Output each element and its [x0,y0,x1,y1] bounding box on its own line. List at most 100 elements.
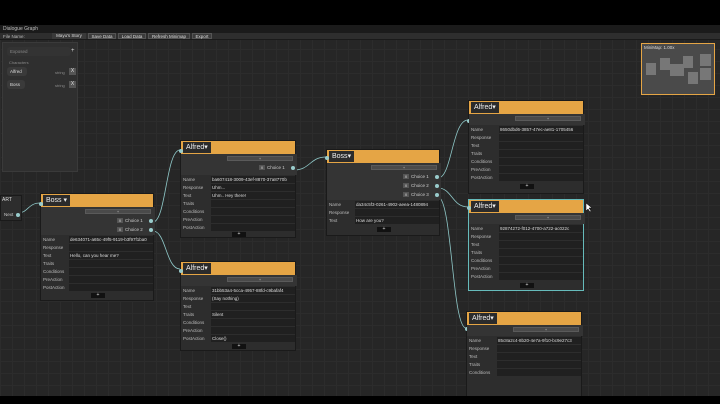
name-field[interactable]: Name 85c8a2c4-8b20-4e7a-9f10-bc9e27c3 [467,337,583,344]
field-value[interactable] [69,284,153,291]
choice-row[interactable]: X Choice 3 [403,192,429,198]
speaker-dropdown[interactable]: Boss▾ [329,151,355,162]
conditions-field[interactable]: Conditions [41,268,155,275]
add-field-button[interactable]: + [520,283,534,288]
text-field[interactable]: Text Hello, can you hear me? [41,252,155,259]
response-field[interactable]: Response (Say nothing) [181,295,297,302]
conditions-field[interactable]: Conditions [181,319,297,326]
choice-row[interactable]: X Choice 2 [117,227,143,233]
text-field[interactable]: Text [181,303,297,310]
field-value[interactable]: Hello, can you hear me? [69,252,153,259]
remove-choice-button[interactable]: X [403,192,409,198]
field-value[interactable] [211,208,295,215]
field-value[interactable]: da34c5f3-0261-4902-aeea-1480894 [355,201,439,208]
node-header[interactable]: Alfred▾ [469,101,583,114]
field-value[interactable]: 85c8a2c4-8b20-4e7a-9f10-bc9e27c3 [497,337,581,344]
add-field-button[interactable]: + [377,227,391,232]
traits-field[interactable]: Traits [181,200,297,207]
preaction-field[interactable]: PreAction [469,265,585,272]
conditions-field[interactable]: Conditions [467,369,583,376]
add-choice-button[interactable]: + [85,209,151,214]
name-field[interactable]: Name ba607418-3009-43ef-8870-37a8770b [181,176,297,183]
field-value[interactable]: ba607418-3009-43ef-8870-37a8770b [211,176,295,183]
field-value[interactable]: 31bb53a4-5cca-4957-88fd-c9bafaf4 [211,287,295,294]
field-value[interactable] [497,361,581,368]
conditions-field[interactable]: Conditions [181,208,297,215]
field-value[interactable]: 92874272-f012-4700-a722-ac022c [499,225,583,232]
conditions-field[interactable]: Conditions [469,257,585,264]
remove-choice-button[interactable]: X [259,165,265,171]
input-port[interactable] [39,202,43,206]
speaker-dropdown[interactable]: Boss ▾ [43,195,71,206]
field-value[interactable] [499,241,583,248]
response-field[interactable]: Response [467,345,583,352]
remove-choice-button[interactable]: X [117,218,123,224]
field-value[interactable] [497,369,581,376]
field-value[interactable] [499,134,583,141]
input-port[interactable] [179,269,183,273]
choice-row[interactable]: X Choice 1 [259,165,285,171]
name-field[interactable]: Name 92874272-f012-4700-a722-ac022c [469,225,585,232]
postaction-field[interactable]: PostAction Close() [181,335,297,342]
add-field-button[interactable]: + [520,184,534,189]
text-field[interactable]: Text [469,241,585,248]
add-choice-button[interactable]: + [227,156,293,161]
input-port[interactable] [325,156,329,160]
choice-port[interactable] [435,184,439,188]
node-header[interactable]: Alfred▾ [469,200,583,213]
start-node[interactable]: ART Next [0,195,22,221]
text-field[interactable]: Text [469,142,585,149]
text-field[interactable]: Text Uhm.. Hey there! [181,192,297,199]
input-port[interactable] [179,149,183,153]
node-header[interactable]: Alfred▾ [181,141,295,154]
add-field-button[interactable]: + [232,232,246,237]
text-field[interactable]: Text [467,353,583,360]
field-value[interactable]: Uhm... [211,184,295,191]
traits-field[interactable]: Traits [41,260,155,267]
field-value[interactable] [499,265,583,272]
traits-field[interactable]: Traits [467,361,583,368]
traits-field[interactable]: Traits [469,150,585,157]
field-value[interactable]: 8650dbd6-3857-47ec-ae81-1705456 [499,126,583,133]
field-value[interactable] [497,345,581,352]
choice-row[interactable]: X Choice 1 [403,174,429,180]
field-value[interactable] [499,174,583,181]
postaction-field[interactable]: PostAction [41,284,155,291]
field-value[interactable] [211,224,295,231]
postaction-field[interactable]: PostAction [469,174,585,181]
field-value[interactable] [499,273,583,280]
field-value[interactable] [211,303,295,310]
dialogue-node-alfred-5[interactable]: Alfred▾ + Name 85c8a2c4-8b20-4e7a-9f10-bc… [465,311,583,396]
node-header[interactable]: Alfred▾ [467,312,581,325]
field-value[interactable] [499,249,583,256]
node-header[interactable]: Alfred▾ [181,262,295,275]
node-header[interactable]: Boss ▾ [41,194,153,207]
traits-field[interactable]: Traits Silent [181,311,297,318]
dialogue-node-boss-1[interactable]: Boss ▾ + X Choice 1 X Choice 2 Name de63407… [39,193,155,301]
preaction-field[interactable]: PreAction [181,216,297,223]
field-value[interactable] [69,260,153,267]
response-field[interactable]: Response [327,209,441,216]
field-value[interactable] [499,158,583,165]
remove-choice-button[interactable]: X [403,174,409,180]
add-choice-button[interactable]: + [371,165,437,170]
remove-choice-button[interactable]: X [117,227,123,233]
add-field-button[interactable]: + [232,344,246,349]
choice-row[interactable]: X Choice 1 [117,218,143,224]
speaker-dropdown[interactable]: Alfred▾ [183,263,211,274]
postaction-field[interactable]: PostAction [181,224,297,231]
node-header[interactable]: Boss▾ [327,150,439,163]
speaker-dropdown[interactable]: Alfred▾ [471,102,499,113]
choice-port[interactable] [435,175,439,179]
input-port[interactable] [467,206,471,210]
field-value[interactable] [211,327,295,334]
dialogue-node-alfred-4[interactable]: Alfred▾ + Name 92874272-f012-4700-a722-ac… [467,199,585,291]
dialogue-node-alfred-3[interactable]: Alfred▾ + Name 8650dbd6-3857-47ec-ae81-17… [467,100,585,194]
add-field-button[interactable]: + [91,293,105,298]
choice-port[interactable] [291,166,295,170]
add-choice-button[interactable]: + [513,327,579,332]
field-value[interactable]: Close() [211,335,295,342]
add-choice-button[interactable]: + [515,116,581,121]
dialogue-node-alfred-1[interactable]: Alfred▾ + X Choice 1 Name ba607418-3009-43… [179,140,297,238]
field-value[interactable]: Silent [211,311,295,318]
